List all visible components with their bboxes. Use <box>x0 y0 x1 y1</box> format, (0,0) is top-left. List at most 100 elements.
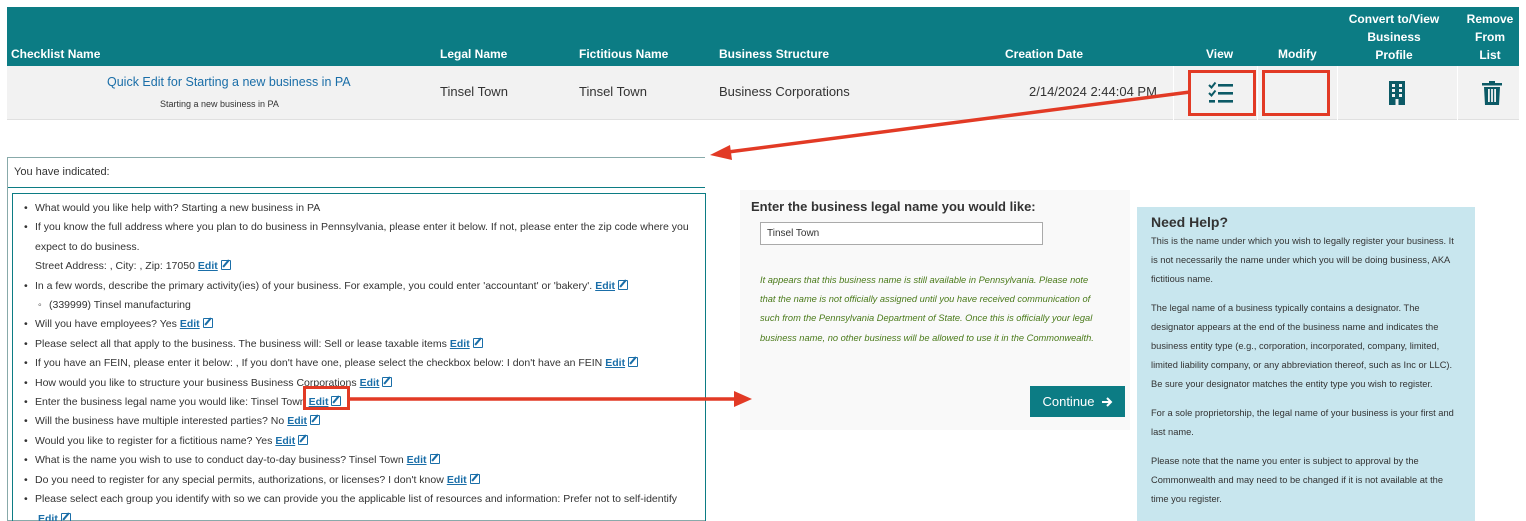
edit-link[interactable]: Edit <box>180 318 200 330</box>
arrow-right-icon <box>1101 396 1112 407</box>
summary-item: (339999) Tinsel manufacturing <box>21 296 697 316</box>
header-modify: Modify <box>1278 47 1317 61</box>
view-highlight-box <box>1188 70 1256 116</box>
summary-item-text: In a few words, describe the primary act… <box>35 279 593 292</box>
remove-button[interactable] <box>1467 72 1517 114</box>
summary-item-text: Please select each group you identify wi… <box>35 493 678 506</box>
edit-link[interactable]: Edit <box>605 357 625 369</box>
summary-item-text: What would you like help with? Starting … <box>35 202 321 214</box>
summary-item-text: If you know the full address where you p… <box>35 221 689 234</box>
edit-icon[interactable] <box>628 357 639 368</box>
summary-item-text: Street Address: , City: , Zip: 17050 <box>35 260 195 273</box>
header-legal-name: Legal Name <box>440 47 508 61</box>
summary-item-text: (339999) Tinsel manufacturing <box>49 299 191 312</box>
legal-name-form: Enter the business legal name you would … <box>740 190 1130 430</box>
need-help-panel: Need Help? This is the name under which … <box>1137 207 1475 521</box>
edit-icon[interactable] <box>220 260 231 271</box>
summary-item: Edit <box>21 510 697 521</box>
edit-icon[interactable] <box>429 454 440 465</box>
summary-item: Street Address: , City: , Zip: 17050 Edit <box>21 257 697 276</box>
header-remove-line1: Remove <box>1466 12 1514 26</box>
summary-item-text: expect to do business. <box>35 240 140 253</box>
summary-list: What would you like help with? Starting … <box>21 199 697 521</box>
trash-icon <box>1482 81 1502 105</box>
edit-icon[interactable] <box>469 473 480 484</box>
edit-highlight-box <box>303 386 350 410</box>
arrowhead-summary <box>710 145 732 160</box>
summary-item-text: Will you have employees? Yes <box>35 318 177 331</box>
edit-icon[interactable] <box>298 434 309 445</box>
header-remove-line3: List <box>1479 48 1501 62</box>
summary-item-text: If you have an FEIN, please enter it bel… <box>35 357 603 370</box>
edit-link[interactable]: Edit <box>275 435 295 447</box>
edit-icon[interactable] <box>60 512 71 521</box>
help-title: Need Help? <box>1151 214 1229 230</box>
summary-panel: You have indicated: What would you like … <box>7 157 706 521</box>
edit-link[interactable]: Edit <box>360 377 380 389</box>
help-paragraph: Please note that the name you enter is s… <box>1151 456 1443 504</box>
summary-item-text: What is the name you wish to use to cond… <box>35 454 404 467</box>
summary-item: If you have an FEIN, please enter it bel… <box>21 354 697 374</box>
header-creation-date: Creation Date <box>1005 47 1084 61</box>
header-business-structure: Business Structure <box>719 47 830 61</box>
summary-item-text: Will the business have multiple interest… <box>35 415 285 428</box>
edit-icon[interactable] <box>382 376 393 387</box>
business-structure-cell: Business Corporations <box>719 84 850 99</box>
summary-item: If you know the full address where you p… <box>21 218 697 238</box>
summary-item-text: Do you need to register for any special … <box>35 473 444 486</box>
header-view: View <box>1206 47 1234 61</box>
help-paragraph: The legal name of a business typically c… <box>1151 303 1453 389</box>
summary-item: Would you like to register for a fictiti… <box>21 432 697 452</box>
form-title: Enter the business legal name you would … <box>751 199 1036 214</box>
edit-link[interactable]: Edit <box>38 513 58 521</box>
edit-link[interactable]: Edit <box>450 338 470 350</box>
summary-item: Will the business have multiple interest… <box>21 412 697 432</box>
summary-item: What is the name you wish to use to cond… <box>21 451 697 471</box>
checklist-title-link[interactable]: Quick Edit for Starting a new business i… <box>107 75 351 89</box>
continue-button[interactable]: Continue <box>1030 386 1125 417</box>
summary-item: How would you like to structure your bus… <box>21 374 697 393</box>
edit-icon[interactable] <box>618 279 629 290</box>
summary-item: What would you like help with? Starting … <box>21 199 697 219</box>
header-remove: Remove From List <box>1459 10 1521 64</box>
creation-date-cell: 2/14/2024 2:44:04 PM <box>1029 84 1157 99</box>
summary-item: Do you need to register for any special … <box>21 471 697 491</box>
summary-item-text: Would you like to register for a fictiti… <box>35 434 273 447</box>
edit-link[interactable]: Edit <box>287 415 307 427</box>
edit-icon[interactable] <box>472 337 483 348</box>
help-paragraph: For a sole proprietorship, the legal nam… <box>1151 408 1454 437</box>
summary-item-text: Enter the business legal name you would … <box>35 396 306 409</box>
edit-link[interactable]: Edit <box>407 454 427 466</box>
modify-highlight-box <box>1262 70 1330 116</box>
legal-name-cell: Tinsel Town <box>440 84 508 99</box>
edit-link[interactable]: Edit <box>595 280 615 292</box>
checklist-subtitle: Starting a new business in PA <box>160 99 279 109</box>
summary-item: Please select each group you identify wi… <box>21 490 697 510</box>
summary-item: Please select all that apply to the busi… <box>21 335 697 355</box>
help-paragraph: This is the name under which you wish to… <box>1151 236 1454 284</box>
summary-list-container: What would you like help with? Starting … <box>12 193 706 521</box>
summary-item: In a few words, describe the primary act… <box>21 277 697 296</box>
header-convert-profile: Convert to/View Business Profile <box>1343 10 1445 64</box>
header-remove-line2: From <box>1475 30 1505 44</box>
summary-item-text: Please select all that apply to the busi… <box>35 337 447 350</box>
legal-name-input[interactable] <box>760 222 1043 245</box>
availability-message: It appears that this business name is st… <box>760 275 1094 343</box>
table-header: Checklist Name Legal Name Fictitious Nam… <box>7 7 1519 66</box>
header-convert-line2: Business <box>1367 30 1421 44</box>
building-icon <box>1389 81 1405 105</box>
continue-label: Continue <box>1042 394 1095 409</box>
edit-icon[interactable] <box>202 318 213 329</box>
convert-profile-button[interactable] <box>1357 72 1437 114</box>
edit-icon[interactable] <box>310 415 321 426</box>
edit-link[interactable]: Edit <box>447 474 467 486</box>
summary-item: Enter the business legal name you would … <box>21 393 697 413</box>
header-checklist-name: Checklist Name <box>11 47 101 61</box>
summary-item: expect to do business. <box>21 238 697 257</box>
header-fictitious-name: Fictitious Name <box>579 47 669 61</box>
edit-link[interactable]: Edit <box>198 260 218 272</box>
header-convert-line3: Profile <box>1375 48 1413 62</box>
summary-header: You have indicated: <box>8 158 705 188</box>
fictitious-name-cell: Tinsel Town <box>579 84 647 99</box>
summary-item: Will you have employees? YesEdit <box>21 315 697 335</box>
